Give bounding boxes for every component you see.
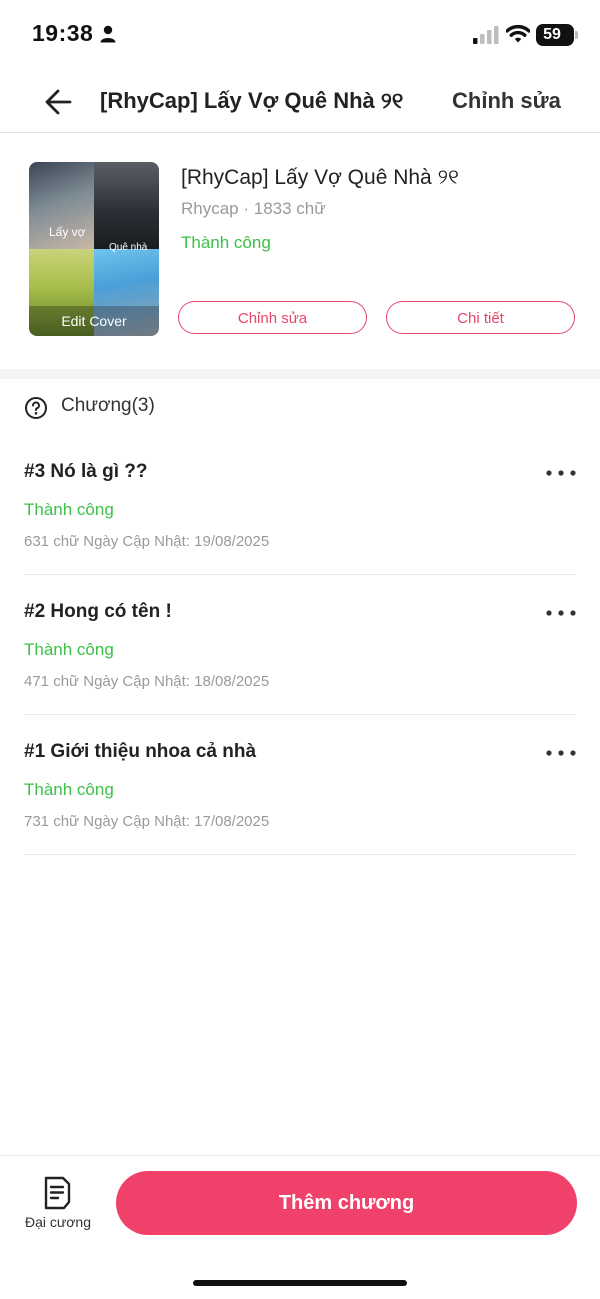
cover-text-right: Quê nhà [109, 242, 148, 253]
signal-icon [473, 26, 499, 44]
status-time: 19:38 [32, 20, 94, 46]
chapters-count: Chương(3) [61, 395, 155, 416]
story-meta: Rhycap · 1833 chữ [181, 199, 326, 218]
chapter-title: #2 Hong có tên ! [24, 601, 172, 622]
cover-photo-2 [94, 162, 159, 249]
chapter-status: Thành công [24, 780, 114, 799]
more-icon[interactable] [545, 749, 577, 757]
outline-icon [44, 1176, 71, 1210]
chapter-status: Thành công [24, 640, 114, 659]
more-icon[interactable] [545, 609, 577, 617]
divider [24, 854, 576, 855]
more-icon[interactable] [545, 469, 577, 477]
edit-cover-button[interactable]: Edit Cover [29, 306, 159, 336]
chapter-item[interactable]: #1 Giới thiệu nhoa cả nhà Thành công 731… [0, 715, 600, 855]
help-icon[interactable] [24, 396, 48, 420]
story-chapters-screen: 19:38 59 [RhyCap] Lấy Vợ Quê Nhà ୨୧ Chỉn… [0, 0, 600, 1299]
navigation-bar: [RhyCap] Lấy Vợ Quê Nhà ୨୧ Chỉnh sửa [0, 72, 600, 133]
status-bar: 19:38 59 [0, 0, 600, 72]
chapter-item[interactable]: #2 Hong có tên ! Thành công 471 chữ Ngày… [0, 575, 600, 715]
battery-level: 59 [543, 26, 561, 43]
details-button[interactable]: Chi tiết [386, 301, 575, 334]
outline-label: Đại cương [24, 1214, 92, 1230]
chapter-item[interactable]: #3 Nó là gì ?? Thành công 631 chữ Ngày C… [0, 435, 600, 575]
story-header: Lấy vợ Quê nhà Edit Cover [RhyCap] Lấy V… [0, 133, 600, 369]
chapter-meta: 631 chữ Ngày Cập Nhật: 19/08/2025 [24, 533, 270, 550]
cover-image[interactable]: Lấy vợ Quê nhà Edit Cover [29, 162, 159, 336]
bottom-action-bar: Đại cương Thêm chương [0, 1155, 600, 1299]
cover-text-left: Lấy vợ [49, 225, 86, 239]
back-arrow-icon[interactable] [42, 86, 74, 118]
battery-tip [575, 31, 578, 39]
story-status: Thành công [181, 233, 271, 252]
wifi-icon [506, 24, 530, 43]
home-indicator[interactable] [193, 1280, 407, 1286]
edit-button[interactable]: Chỉnh sửa [178, 301, 367, 334]
page-title: [RhyCap] Lấy Vợ Quê Nhà ୨୧ [100, 88, 404, 113]
battery-icon: 59 [536, 24, 574, 46]
add-chapter-button[interactable]: Thêm chương [116, 1171, 577, 1235]
chapter-title: #3 Nó là gì ?? [24, 461, 148, 482]
chapter-meta: 731 chữ Ngày Cập Nhật: 17/08/2025 [24, 813, 270, 830]
chapter-status: Thành công [24, 500, 114, 519]
person-icon [100, 25, 116, 43]
chapter-list: #3 Nó là gì ?? Thành công 631 chữ Ngày C… [0, 435, 600, 855]
edit-story-link[interactable]: Chỉnh sửa [452, 88, 561, 114]
chapter-title: #1 Giới thiệu nhoa cả nhà [24, 741, 257, 762]
section-divider [0, 369, 600, 379]
story-title: [RhyCap] Lấy Vợ Quê Nhà ୨୧ [181, 166, 459, 189]
chapter-meta: 471 chữ Ngày Cập Nhật: 18/08/2025 [24, 673, 270, 690]
outline-button[interactable]: Đại cương [18, 1174, 98, 1236]
